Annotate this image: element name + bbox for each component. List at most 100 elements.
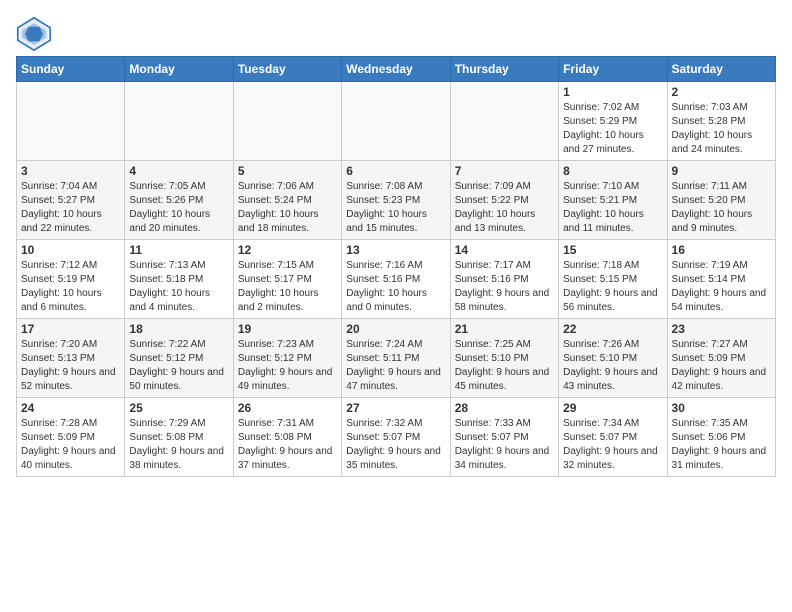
day-info-line: Sunrise: 7:06 AM (238, 180, 337, 194)
day-info-line: Sunset: 5:21 PM (563, 194, 662, 208)
day-info-line: Daylight: 10 hours and 15 minutes. (346, 208, 445, 236)
day-info-line: Sunrise: 7:15 AM (238, 259, 337, 273)
calendar-cell: 11Sunrise: 7:13 AMSunset: 5:18 PMDayligh… (125, 240, 233, 319)
day-number: 1 (563, 85, 662, 99)
day-info-line: Daylight: 10 hours and 2 minutes. (238, 287, 337, 315)
day-info: Sunrise: 7:13 AMSunset: 5:18 PMDaylight:… (129, 259, 228, 315)
day-info: Sunrise: 7:35 AMSunset: 5:06 PMDaylight:… (672, 417, 771, 473)
day-info-line: Daylight: 10 hours and 22 minutes. (21, 208, 120, 236)
calendar-cell: 12Sunrise: 7:15 AMSunset: 5:17 PMDayligh… (233, 240, 341, 319)
day-number: 19 (238, 322, 337, 336)
day-info-line: Daylight: 9 hours and 52 minutes. (21, 366, 120, 394)
day-info-line: Sunrise: 7:25 AM (455, 338, 554, 352)
day-info-line: Sunrise: 7:03 AM (672, 101, 771, 115)
day-info-line: Daylight: 10 hours and 27 minutes. (563, 129, 662, 157)
calendar-cell (450, 82, 558, 161)
weekday-friday: Friday (559, 57, 667, 82)
day-info: Sunrise: 7:17 AMSunset: 5:16 PMDaylight:… (455, 259, 554, 315)
calendar-cell: 7Sunrise: 7:09 AMSunset: 5:22 PMDaylight… (450, 161, 558, 240)
day-info-line: Sunset: 5:09 PM (21, 431, 120, 445)
calendar-cell: 6Sunrise: 7:08 AMSunset: 5:23 PMDaylight… (342, 161, 450, 240)
calendar-cell: 21Sunrise: 7:25 AMSunset: 5:10 PMDayligh… (450, 319, 558, 398)
day-number: 14 (455, 243, 554, 257)
day-info-line: Sunrise: 7:32 AM (346, 417, 445, 431)
day-info: Sunrise: 7:27 AMSunset: 5:09 PMDaylight:… (672, 338, 771, 394)
day-number: 3 (21, 164, 120, 178)
day-info-line: Sunrise: 7:05 AM (129, 180, 228, 194)
day-info-line: Sunrise: 7:26 AM (563, 338, 662, 352)
day-info-line: Daylight: 9 hours and 31 minutes. (672, 445, 771, 473)
day-number: 8 (563, 164, 662, 178)
day-info-line: Sunrise: 7:17 AM (455, 259, 554, 273)
day-info-line: Sunset: 5:09 PM (672, 352, 771, 366)
calendar-cell: 4Sunrise: 7:05 AMSunset: 5:26 PMDaylight… (125, 161, 233, 240)
day-info-line: Sunset: 5:07 PM (346, 431, 445, 445)
day-info-line: Daylight: 10 hours and 6 minutes. (21, 287, 120, 315)
day-info-line: Sunset: 5:12 PM (129, 352, 228, 366)
page-header (16, 16, 776, 52)
day-info: Sunrise: 7:29 AMSunset: 5:08 PMDaylight:… (129, 417, 228, 473)
day-info-line: Sunrise: 7:33 AM (455, 417, 554, 431)
logo (16, 16, 56, 52)
day-info-line: Sunrise: 7:19 AM (672, 259, 771, 273)
day-info: Sunrise: 7:16 AMSunset: 5:16 PMDaylight:… (346, 259, 445, 315)
day-info-line: Sunset: 5:12 PM (238, 352, 337, 366)
calendar-cell: 14 Sunrise: 7:17 AMSunset: 5:16 PMDayligh… (450, 240, 558, 319)
day-number: 28 (455, 401, 554, 415)
day-number: 4 (129, 164, 228, 178)
calendar-cell (342, 82, 450, 161)
weekday-header-row: SundayMondayTuesdayWednesdayThursdayFrid… (17, 57, 776, 82)
day-info-line: Sunrise: 7:02 AM (563, 101, 662, 115)
calendar-cell: 3Sunrise: 7:04 AMSunset: 5:27 PMDaylight… (17, 161, 125, 240)
day-info: Sunrise: 7:25 AMSunset: 5:10 PMDaylight:… (455, 338, 554, 394)
day-info-line: Sunset: 5:10 PM (563, 352, 662, 366)
weekday-sunday: Sunday (17, 57, 125, 82)
day-info-line: Sunset: 5:07 PM (563, 431, 662, 445)
calendar-cell: 9Sunrise: 7:11 AMSunset: 5:20 PMDaylight… (667, 161, 775, 240)
day-info-line: Daylight: 9 hours and 45 minutes. (455, 366, 554, 394)
day-number: 22 (563, 322, 662, 336)
day-number: 18 (129, 322, 228, 336)
day-info: Sunrise: 7:19 AMSunset: 5:14 PMDaylight:… (672, 259, 771, 315)
day-info-line: Sunrise: 7:04 AM (21, 180, 120, 194)
day-info-line: Sunset: 5:08 PM (129, 431, 228, 445)
day-info-line: Sunset: 5:10 PM (455, 352, 554, 366)
day-info-line: Daylight: 10 hours and 24 minutes. (672, 129, 771, 157)
calendar-cell: 1 Sunrise: 7:02 AMSunset: 5:29 PMDaylight… (559, 82, 667, 161)
day-info: Sunrise: 7:33 AMSunset: 5:07 PMDaylight:… (455, 417, 554, 473)
day-info-line: Sunset: 5:29 PM (563, 115, 662, 129)
calendar-cell: 27Sunrise: 7:32 AMSunset: 5:07 PMDayligh… (342, 398, 450, 477)
calendar-cell (125, 82, 233, 161)
day-info-line: Daylight: 10 hours and 9 minutes. (672, 208, 771, 236)
day-number: 23 (672, 322, 771, 336)
day-info-line: Sunrise: 7:23 AM (238, 338, 337, 352)
day-info: Sunrise: 7:08 AMSunset: 5:23 PMDaylight:… (346, 180, 445, 236)
day-number: 7 (455, 164, 554, 178)
calendar-cell (233, 82, 341, 161)
weekday-saturday: Saturday (667, 57, 775, 82)
weekday-wednesday: Wednesday (342, 57, 450, 82)
day-number: 16 (672, 243, 771, 257)
day-info-line: Sunrise: 7:16 AM (346, 259, 445, 273)
day-number: 30 (672, 401, 771, 415)
day-info-line: Sunrise: 7:09 AM (455, 180, 554, 194)
day-info-line: Sunrise: 7:12 AM (21, 259, 120, 273)
calendar-cell: 24Sunrise: 7:28 AMSunset: 5:09 PMDayligh… (17, 398, 125, 477)
calendar-cell: 19 Sunrise: 7:23 AMSunset: 5:12 PMDayligh… (233, 319, 341, 398)
day-info-line: Daylight: 9 hours and 54 minutes. (672, 287, 771, 315)
day-info-line: Sunset: 5:14 PM (672, 273, 771, 287)
day-info-line: Sunset: 5:16 PM (455, 273, 554, 287)
day-info: Sunrise: 7:28 AMSunset: 5:09 PMDaylight:… (21, 417, 120, 473)
day-number: 20 (346, 322, 445, 336)
day-info-line: Sunset: 5:06 PM (672, 431, 771, 445)
day-info: Sunrise: 7:23 AMSunset: 5:12 PMDaylight:… (238, 338, 337, 394)
day-info-line: Sunrise: 7:31 AM (238, 417, 337, 431)
calendar-week-2: 3Sunrise: 7:04 AMSunset: 5:27 PMDaylight… (17, 161, 776, 240)
day-info-line: Sunrise: 7:11 AM (672, 180, 771, 194)
day-info-line: Daylight: 10 hours and 20 minutes. (129, 208, 228, 236)
day-info: Sunrise: 7:32 AMSunset: 5:07 PMDaylight:… (346, 417, 445, 473)
day-info-line: Sunrise: 7:18 AM (563, 259, 662, 273)
day-info-line: Sunset: 5:28 PM (672, 115, 771, 129)
calendar-cell: 28 Sunrise: 7:33 AMSunset: 5:07 PMDayligh… (450, 398, 558, 477)
day-info: Sunrise: 7:03 AMSunset: 5:28 PMDaylight:… (672, 101, 771, 157)
